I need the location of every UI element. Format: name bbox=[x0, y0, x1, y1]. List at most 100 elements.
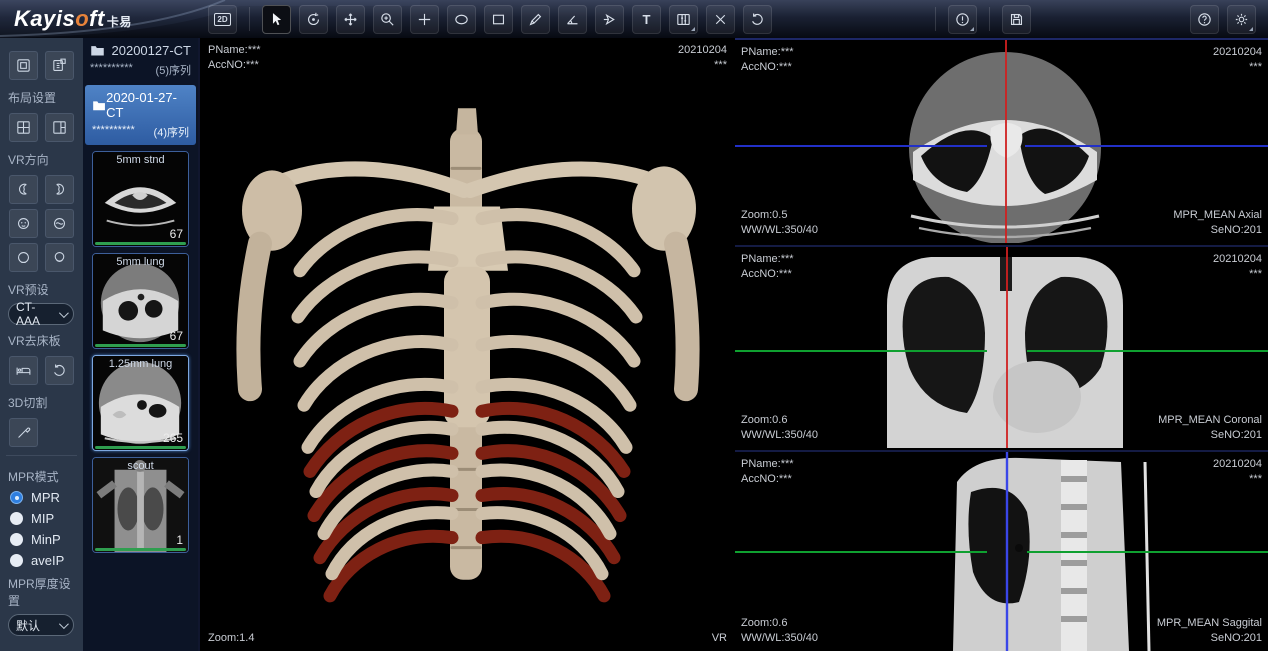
vr-preset-value: CT-AAA bbox=[16, 300, 59, 328]
vr-dir-posterior-button[interactable] bbox=[45, 209, 74, 238]
layout-main-side-button[interactable] bbox=[45, 113, 74, 142]
axial-viewport[interactable]: PName:*** AccNO:*** 20210204 *** Zoom:0.… bbox=[735, 38, 1268, 243]
toolbar-separator-3 bbox=[989, 7, 990, 31]
mpr-mode-label: MPR模式 bbox=[0, 464, 83, 487]
mpr-thickness-select[interactable]: 默认 bbox=[8, 614, 74, 636]
app-logo: Kayisoft卡易 bbox=[14, 6, 204, 32]
thumbnail-image bbox=[93, 458, 188, 552]
logo-text: Kayis bbox=[14, 6, 75, 31]
grid-2x2-icon bbox=[15, 119, 32, 136]
mpr-mode-option-mip[interactable]: MIP bbox=[0, 508, 83, 529]
logo-text-2: ft bbox=[89, 6, 105, 31]
thumbnail-image-count: 67 bbox=[170, 227, 183, 241]
window-level-button[interactable] bbox=[669, 5, 698, 34]
mpr-mode-option-mpr[interactable]: MPR bbox=[0, 487, 83, 508]
mpr-mode-option-minp[interactable]: MinP bbox=[0, 529, 83, 550]
vr-rendering-image bbox=[202, 38, 733, 651]
rectangle-roi-button[interactable] bbox=[484, 5, 513, 34]
save-button[interactable] bbox=[1002, 5, 1031, 34]
text-annotation-button[interactable]: T bbox=[632, 5, 661, 34]
measure-line-button[interactable] bbox=[521, 5, 550, 34]
delete-annotation-button[interactable] bbox=[706, 5, 735, 34]
help-button[interactable] bbox=[1190, 5, 1219, 34]
restore-bed-button[interactable] bbox=[45, 356, 74, 385]
text-tool-icon: T bbox=[643, 12, 651, 27]
arrow-annotation-icon bbox=[601, 11, 618, 28]
vr-dir-left-button[interactable] bbox=[9, 175, 38, 204]
scalpel-cut-button[interactable] bbox=[9, 418, 38, 447]
mpr-column: PName:*** AccNO:*** 20210204 *** Zoom:0.… bbox=[735, 38, 1268, 651]
layout-single-button[interactable] bbox=[9, 51, 38, 80]
mpr-mode-option-aveip[interactable]: aveIP bbox=[0, 550, 83, 571]
thumbnail-progress-bar bbox=[95, 344, 186, 347]
study-title: 2020-01-27-CT bbox=[106, 90, 189, 120]
series-thumbnail-scout[interactable]: scout 1 bbox=[92, 457, 189, 553]
coronal-zoom-info: Zoom:0.6 WW/WL:350/40 bbox=[741, 413, 818, 443]
cut-3d-row bbox=[0, 418, 83, 447]
study-item-2-selected[interactable]: 2020-01-27-CT ********** (4)序列 bbox=[85, 85, 196, 145]
logo-o-glyph: o bbox=[75, 6, 89, 31]
vr-direction-row-3 bbox=[0, 243, 83, 272]
thumbnail-progress-bar bbox=[95, 548, 186, 551]
radio-icon bbox=[10, 554, 23, 567]
vr-pname: PName:*** bbox=[208, 43, 261, 58]
pan-tool-button[interactable] bbox=[336, 5, 365, 34]
crosshair-tool-button[interactable] bbox=[410, 5, 439, 34]
study-item-1[interactable]: 20200127-CT ********** (5)序列 bbox=[83, 38, 198, 83]
angle-measure-button[interactable] bbox=[558, 5, 587, 34]
axial-masked: *** bbox=[1213, 60, 1262, 75]
series-thumbnail-5mm-stnd[interactable]: 5mm stnd 67 bbox=[92, 151, 189, 247]
layout-settings-label: 布局设置 bbox=[0, 85, 83, 108]
sagittal-accno: AccNO:*** bbox=[741, 472, 794, 487]
layout-custom-button[interactable] bbox=[45, 51, 74, 80]
sagittal-viewport[interactable]: PName:*** AccNO:*** 20210204 *** Zoom:0.… bbox=[735, 450, 1268, 651]
tool-group-system bbox=[1186, 5, 1260, 34]
main-content: 布局设置 VR方向 bbox=[0, 38, 1268, 651]
vr-patient-info: PName:*** AccNO:*** bbox=[208, 43, 261, 73]
thumbnail-image-count: 1 bbox=[176, 533, 183, 547]
ellipse-roi-button[interactable] bbox=[447, 5, 476, 34]
series-thumbnail-125mm-lung[interactable]: 1.25mm lung 265 bbox=[92, 355, 189, 451]
thumbnail-label: 1.25mm lung bbox=[93, 358, 188, 370]
study-series-count: (4)序列 bbox=[154, 124, 189, 140]
vr-zoom: Zoom:1.4 bbox=[208, 631, 254, 646]
vr-dir-right-button[interactable] bbox=[45, 175, 74, 204]
folder-open-icon bbox=[92, 99, 106, 112]
axial-zoom: Zoom:0.5 bbox=[741, 208, 818, 223]
cursor-icon bbox=[268, 11, 285, 28]
series-panel: 20200127-CT ********** (5)序列 2020-01-27-… bbox=[83, 38, 200, 651]
vr-direction-row-1 bbox=[0, 175, 83, 204]
pencil-measure-icon bbox=[527, 11, 544, 28]
vr-preset-select[interactable]: CT-AAA bbox=[8, 303, 74, 325]
vr-bed-row bbox=[0, 356, 83, 385]
sagittal-label: MPR_MEAN Saggital bbox=[1157, 616, 1262, 631]
vr-viewport[interactable]: PName:*** AccNO:*** 20210204 *** Zoom:1.… bbox=[202, 38, 733, 651]
sidebar-divider bbox=[6, 455, 77, 456]
head-top-icon bbox=[15, 249, 32, 266]
rotate-3d-button[interactable] bbox=[299, 5, 328, 34]
axial-label: MPR_MEAN Axial bbox=[1173, 208, 1262, 223]
coronal-viewport[interactable]: PName:*** AccNO:*** 20210204 *** Zoom:0.… bbox=[735, 245, 1268, 448]
remove-bed-button[interactable] bbox=[9, 356, 38, 385]
chevron-down-icon bbox=[59, 619, 69, 629]
vr-dir-anterior-button[interactable] bbox=[9, 209, 38, 238]
zoom-in-button[interactable] bbox=[373, 5, 402, 34]
radio-icon bbox=[10, 533, 23, 546]
axial-seno: SeNO:201 bbox=[1173, 223, 1262, 238]
2d-view-icon: 2D bbox=[214, 13, 230, 26]
vr-dir-foot-button[interactable] bbox=[45, 243, 74, 272]
arrow-annotation-button[interactable] bbox=[595, 5, 624, 34]
cursor-tool-button[interactable] bbox=[262, 5, 291, 34]
thumbnail-progress-bar bbox=[95, 446, 186, 449]
tool-group-main: 2D bbox=[204, 5, 776, 34]
sagittal-type-label: MPR_MEAN Saggital SeNO:201 bbox=[1157, 616, 1262, 646]
vr-date: 20210204 bbox=[678, 43, 727, 58]
vr-dir-head-button[interactable] bbox=[9, 243, 38, 272]
settings-button[interactable] bbox=[1227, 5, 1256, 34]
layout-grid-2x2-button[interactable] bbox=[9, 113, 38, 142]
reset-view-button[interactable] bbox=[743, 5, 772, 34]
2d-view-button[interactable]: 2D bbox=[208, 5, 237, 34]
left-sidebar: 布局设置 VR方向 bbox=[0, 38, 83, 651]
series-thumbnail-5mm-lung[interactable]: 5mm lung 67 bbox=[92, 253, 189, 349]
about-info-button[interactable] bbox=[948, 5, 977, 34]
